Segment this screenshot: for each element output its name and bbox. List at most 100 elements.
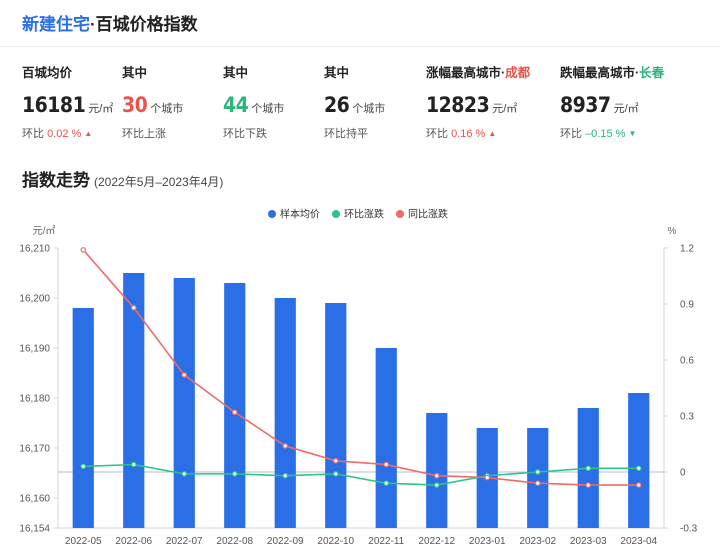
point-yoy-change [534,480,541,487]
stat-value: 30 [122,93,148,117]
stat-change-value: –0.15 % [585,128,626,140]
trend-chart: 16,154 16,160 16,170 16,180 16,190 16,200 16,2… [19,208,698,548]
stat-unit: 元/㎡ [88,103,114,115]
stat-sub-text: 环比上涨 [122,128,166,140]
bar-sample-average [375,348,397,528]
stat-unit: 个城市 [352,103,386,115]
line-mom-change [83,463,639,486]
x-axis-tick-label: 2022-12 [418,536,455,547]
bar-sample-average [123,273,145,528]
triangle-up-icon: ▲ [84,129,93,138]
point-mom-change [231,471,238,477]
stat-cities-flat: 其中 26 个城市 环比持平 [324,62,385,141]
right-axis-tick-label: 0.3 [680,412,694,423]
legend-item-yoy-change-marker [396,210,404,218]
stat-average-price: 百城均价 16181 元/㎡ 环比 0.02 % ▲ [22,62,113,141]
page-title-brand: 新建住宅 [22,15,90,34]
bar-sample-average [628,393,650,528]
legend-item-yoy-change: 同比涨跌 [408,208,448,221]
point-yoy-change [80,247,87,253]
left-axis-tick-label: 16,210 [19,244,50,255]
stat-cities-down: 其中 44 个城市 环比下跌 [223,62,284,141]
legend-item-sample-average-marker [268,210,276,218]
stat-unit: 个城市 [251,103,285,115]
section-title-text: 指数走势 [22,171,90,190]
point-yoy-change [332,457,339,464]
stat-unit: 个城市 [150,103,184,115]
point-mom-change [534,469,541,475]
stat-value: 8937 [560,93,611,117]
x-axis-tick-label: 2022-08 [216,536,253,547]
point-mom-change [80,463,87,470]
page-title-text: ·百城价格指数 [90,15,198,34]
bar-sample-average [325,303,347,528]
stat-sub-prefix: 环比 [426,128,448,140]
triangle-up-icon: ▲ [488,129,497,138]
legend-item-mom-change: 环比涨跌 [344,208,384,221]
section-title: 指数走势 (2022年5月–2023年4月) [22,166,223,191]
point-yoy-change [585,482,592,488]
stat-label: 其中 [122,66,148,80]
stat-city-name: 成都 [505,66,531,80]
left-axis-tick-label: 16,154 [19,524,50,535]
stat-change-value: 0.16 % [451,128,486,140]
right-axis-tick-label: 0 [680,468,686,479]
point-mom-change [332,471,339,477]
x-axis-tick-label: 2022-07 [166,536,203,547]
left-axis-tick-label: 16,180 [19,394,50,405]
stat-city-name: 长春 [639,66,665,80]
bar-sample-average [527,428,549,528]
bar-sample-average [173,278,195,528]
stat-sub-text: 环比持平 [324,128,368,140]
point-yoy-change [181,372,188,378]
stat-label: 其中 [324,66,350,80]
x-axis-tick-label: 2023-04 [620,536,657,547]
header-divider [0,46,720,47]
legend-item-sample-average: 样本均价 [280,208,320,221]
right-axis-tick-label: -0.3 [680,524,698,535]
point-mom-change [585,465,592,472]
point-mom-change [282,472,289,479]
point-yoy-change [635,482,642,488]
x-axis-tick-label: 2022-06 [115,536,152,547]
stat-top-fall-city: 跌幅最高城市·长春 8937 元/㎡ 环比 –0.15 % ▼ [560,62,664,141]
stat-label: 跌幅最高城市· [560,66,640,80]
x-axis-tick-label: 2023-01 [469,536,506,547]
stat-sub-prefix: 环比 [22,128,44,140]
left-axis-unit-label: 元/㎡ [33,225,56,237]
point-mom-change [181,471,188,477]
left-axis-tick-label: 16,170 [19,444,50,455]
x-axis-tick-label: 2022-05 [65,536,102,547]
stat-value: 12823 [426,93,490,117]
bar-sample-average [274,298,296,528]
point-yoy-change [484,474,491,481]
stat-change-value: 0.02 % [47,128,82,140]
bar-sample-average [72,308,94,528]
stat-value: 26 [324,93,350,117]
stats-row: 百城均价 16181 元/㎡ 环比 0.02 % ▲ 其中 30 个城市 环比上涨 其… [22,62,720,142]
point-mom-change [383,480,390,487]
stat-top-rise-city: 涨幅最高城市·成都 12823 元/㎡ 环比 0.16 % ▲ [426,62,530,141]
stat-label: 其中 [223,66,249,80]
point-mom-change [635,465,642,472]
x-axis-tick-label: 2022-11 [368,536,404,547]
right-axis-tick-label: 0.9 [680,300,694,311]
stat-value: 16181 [22,93,86,117]
left-axis-tick-label: 16,160 [19,494,50,505]
stat-unit: 元/㎡ [492,103,518,115]
point-yoy-change [130,304,137,311]
page-title: 新建住宅·百城价格指数 [22,10,198,35]
left-axis-tick-label: 16,200 [19,294,50,305]
right-axis-tick-label: 0.6 [680,356,694,367]
x-axis-tick-label: 2022-10 [317,536,354,547]
x-axis-tick-label: 2023-03 [570,536,607,547]
point-yoy-change [282,443,289,449]
stat-cities-up: 其中 30 个城市 环比上涨 [122,62,183,141]
point-mom-change [433,482,440,488]
point-yoy-change [383,461,390,468]
bar-sample-average [224,283,246,528]
section-date-range: (2022年5月–2023年4月) [94,175,224,189]
stat-label: 涨幅最高城市· [426,66,506,80]
x-axis-tick-label: 2023-02 [519,536,556,547]
stat-value: 44 [223,93,249,117]
